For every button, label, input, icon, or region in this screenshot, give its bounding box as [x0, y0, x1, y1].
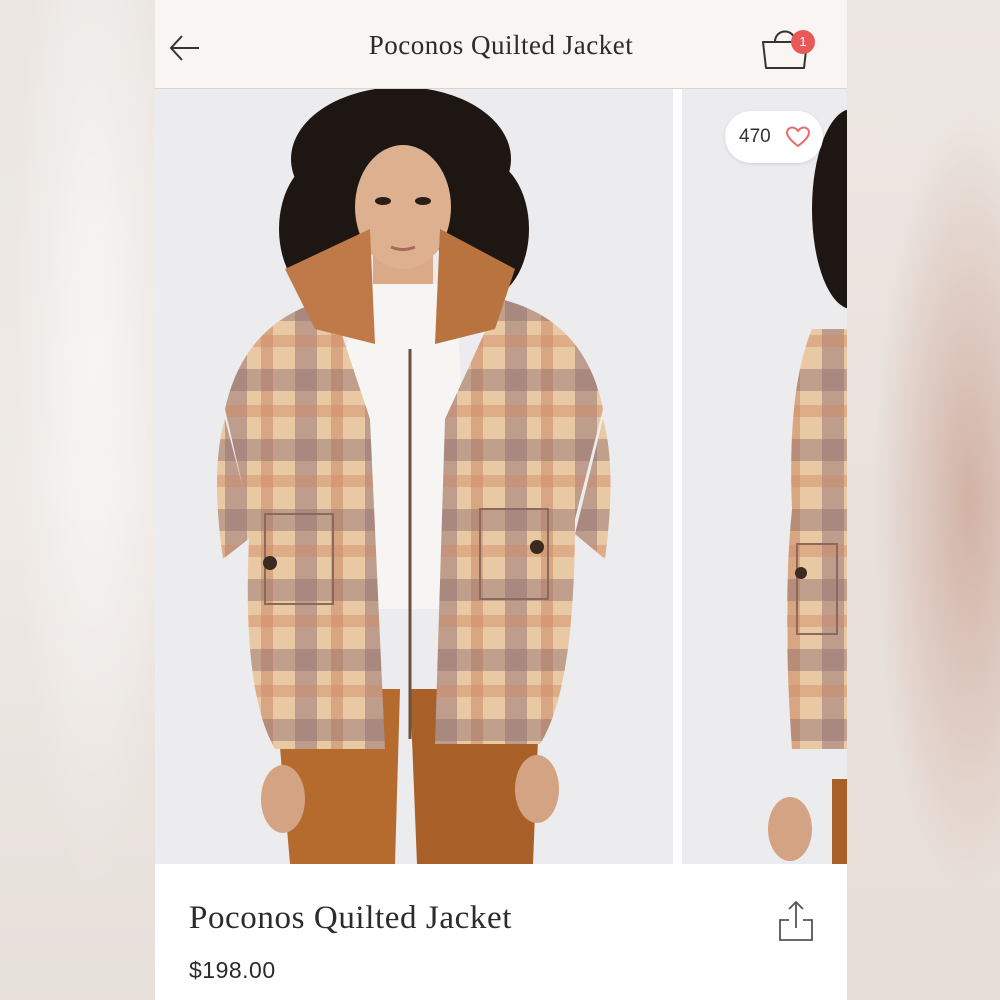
product-info: Poconos Quilted Jacket $198.00 — [155, 864, 847, 1000]
background-left — [0, 0, 155, 1000]
share-icon — [779, 900, 813, 941]
share-button[interactable] — [777, 898, 815, 942]
app-screen: Poconos Quilted Jacket 1 470 Poconos Qui… — [155, 0, 847, 1000]
product-name: Poconos Quilted Jacket — [189, 900, 512, 936]
product-price: $198.00 — [189, 957, 276, 983]
background-right — [847, 0, 1000, 1000]
cart-count-badge: 1 — [791, 30, 815, 54]
like-button[interactable]: 470 — [725, 111, 823, 163]
product-photo-secondary[interactable] — [682, 89, 847, 864]
page-title: Poconos Quilted Jacket — [368, 30, 634, 60]
model-photo-illustration — [155, 89, 673, 864]
product-image-gallery[interactable]: 470 — [155, 89, 847, 864]
top-bar: Poconos Quilted Jacket 1 — [155, 0, 847, 89]
heart-icon — [785, 126, 811, 148]
model-photo-side-illustration — [682, 89, 847, 864]
product-photo-main[interactable] — [155, 89, 673, 864]
like-count: 470 — [739, 126, 771, 147]
